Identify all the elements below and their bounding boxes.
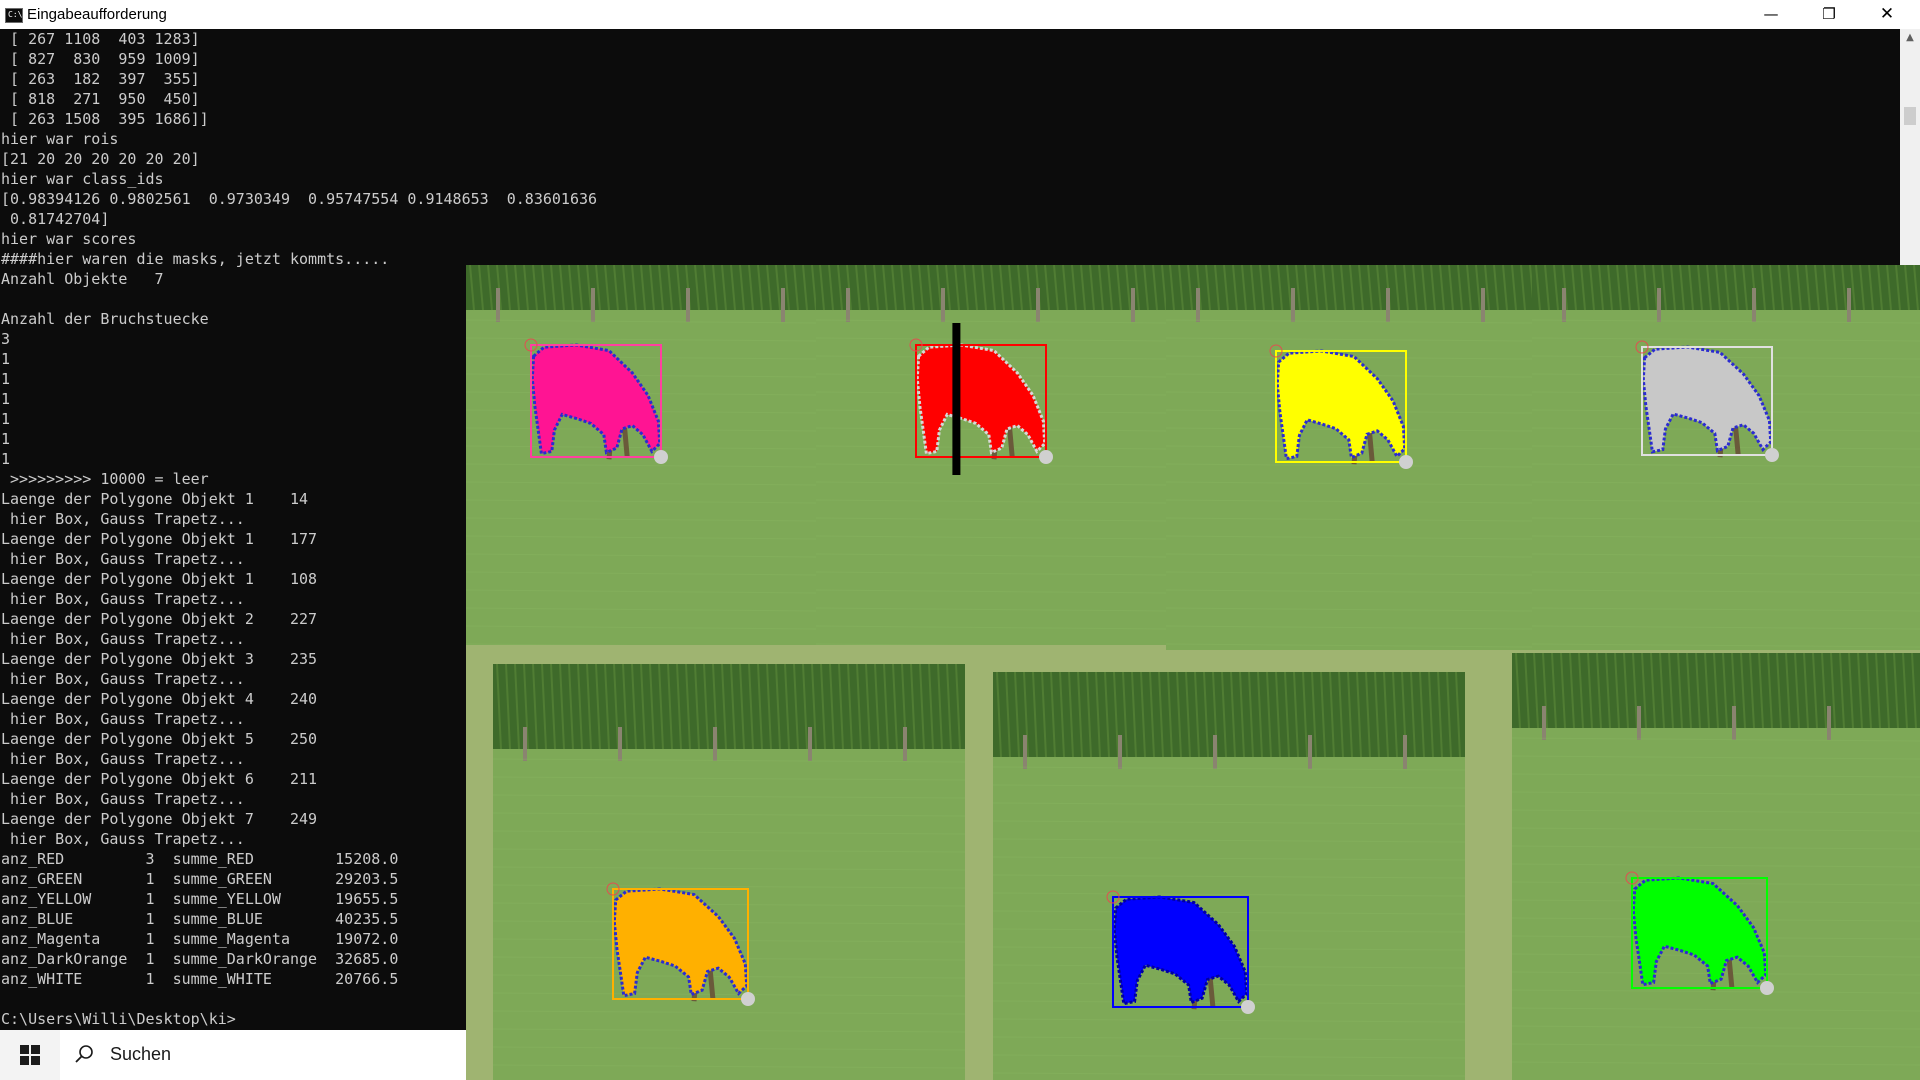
- title-bar: C:\ Eingabeaufforderung — ❐ ✕: [0, 0, 1920, 29]
- fence-post: [1403, 735, 1407, 769]
- fence-post: [618, 727, 622, 761]
- panel-darkorange-cow: [493, 664, 965, 1080]
- fence-post: [1637, 706, 1641, 740]
- taskbar-search-box[interactable]: Suchen: [60, 1030, 466, 1080]
- panel-magenta-cow: [466, 265, 816, 645]
- cmd-icon-glyph: C:\: [8, 10, 23, 19]
- vertical-scrollbar[interactable]: ▲: [1900, 29, 1920, 265]
- windows-logo-icon: [20, 1045, 40, 1065]
- corner-handle-icon: [1760, 981, 1774, 995]
- close-button[interactable]: ✕: [1858, 0, 1916, 29]
- cow-leg: [1733, 426, 1741, 456]
- fence-post: [1036, 288, 1040, 322]
- cow-leg: [1007, 427, 1015, 458]
- fence-post: [1386, 288, 1390, 322]
- fence-post: [523, 727, 527, 761]
- fence-post: [1291, 288, 1295, 322]
- corner-handle-icon: [741, 992, 755, 1006]
- corner-handle-icon: [1039, 450, 1053, 464]
- fence-post: [808, 727, 812, 761]
- corner-handle-icon: [1399, 455, 1413, 469]
- fence-post: [1481, 288, 1485, 322]
- fence-post: [1657, 288, 1661, 322]
- fence-post: [1752, 288, 1756, 322]
- fence-post: [903, 727, 907, 761]
- fence-post: [1131, 288, 1135, 322]
- fence-post: [1308, 735, 1312, 769]
- fence-post: [1023, 735, 1027, 769]
- fence-post: [1847, 288, 1851, 322]
- fence-post: [846, 288, 850, 322]
- fence-post: [496, 288, 500, 322]
- cow-leg: [1726, 959, 1735, 989]
- fence-post: [686, 288, 690, 322]
- fence-post: [713, 727, 717, 761]
- window-title: Eingabeaufforderung: [27, 6, 167, 23]
- fence-post: [1827, 706, 1831, 740]
- fence-post: [1542, 706, 1546, 740]
- split-line: [952, 323, 961, 475]
- search-label: Suchen: [110, 1044, 172, 1064]
- corner-handle-icon: [1765, 448, 1779, 462]
- scrollbar-thumb[interactable]: [1904, 107, 1916, 125]
- panel-white-cow: [1532, 265, 1920, 650]
- maximize-button[interactable]: ❐: [1800, 0, 1858, 29]
- minimize-button[interactable]: —: [1742, 0, 1800, 29]
- panel-blue-cow: [993, 672, 1465, 1080]
- cow-leg: [1207, 978, 1216, 1008]
- panel-red-cow: [816, 265, 1166, 645]
- scroll-up-arrow-icon[interactable]: ▲: [1900, 31, 1920, 45]
- corner-handle-icon: [1241, 1000, 1255, 1014]
- fence-post: [1118, 735, 1122, 769]
- fence-post: [781, 288, 785, 322]
- cow-leg: [622, 427, 630, 458]
- cow-leg: [1367, 432, 1375, 463]
- cow-leg: [707, 970, 716, 1000]
- fence-post: [591, 288, 595, 322]
- fence-post: [1213, 735, 1217, 769]
- segmentation-result-image: [466, 265, 1920, 1080]
- taskbar: Suchen: [0, 1030, 466, 1080]
- panel-yellow-cow: [1166, 265, 1532, 650]
- start-button[interactable]: [0, 1030, 60, 1080]
- fence-post: [1562, 288, 1566, 322]
- fence-post: [1196, 288, 1200, 322]
- fence-post: [941, 288, 945, 322]
- fence-post: [1732, 706, 1736, 740]
- cmd-icon: C:\: [5, 8, 23, 23]
- search-icon: [75, 1045, 93, 1063]
- corner-handle-icon: [654, 450, 668, 464]
- panel-green-cow: [1512, 653, 1920, 1080]
